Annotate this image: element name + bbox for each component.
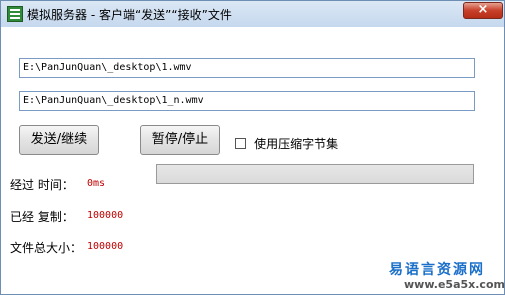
dest-path-field[interactable]: E:\PanJunQuan\_desktop\1_n.wmv [19, 91, 475, 111]
compress-checkbox-label: 使用压缩字节集 [254, 137, 339, 151]
watermark-url: www.e5a5x.com [404, 278, 505, 291]
compress-option[interactable]: 使用压缩字节集 [235, 133, 339, 151]
title-bar[interactable]: 模拟服务器 - 客户端“发送”“接收”文件 × [1, 1, 504, 27]
client-area: E:\PanJunQuan\_desktop\1.wmv E:\PanJunQu… [1, 27, 504, 294]
window-title: 模拟服务器 - 客户端“发送”“接收”文件 [27, 8, 232, 22]
close-icon: × [477, 2, 489, 17]
transfer-progress-bar [156, 164, 474, 184]
app-icon [7, 6, 23, 22]
watermark-brand: 易语言资源网 [389, 262, 485, 278]
app-window: 模拟服务器 - 客户端“发送”“接收”文件 × E:\PanJunQuan\_d… [0, 0, 505, 295]
send-continue-button[interactable]: 发送/继续 [19, 125, 99, 155]
compress-checkbox[interactable] [235, 138, 246, 149]
total-size-value: 100000 [87, 241, 124, 252]
source-path-field[interactable]: E:\PanJunQuan\_desktop\1.wmv [19, 58, 475, 78]
elapsed-time-value: 0ms [87, 178, 106, 189]
copied-value: 100000 [87, 210, 124, 221]
copied-label: 已经 复制： [10, 210, 74, 224]
close-button[interactable]: × [463, 2, 503, 19]
pause-stop-button[interactable]: 暂停/停止 [140, 125, 220, 155]
total-size-label: 文件总大小： [10, 241, 83, 255]
elapsed-time-label: 经过 时间： [10, 178, 74, 192]
